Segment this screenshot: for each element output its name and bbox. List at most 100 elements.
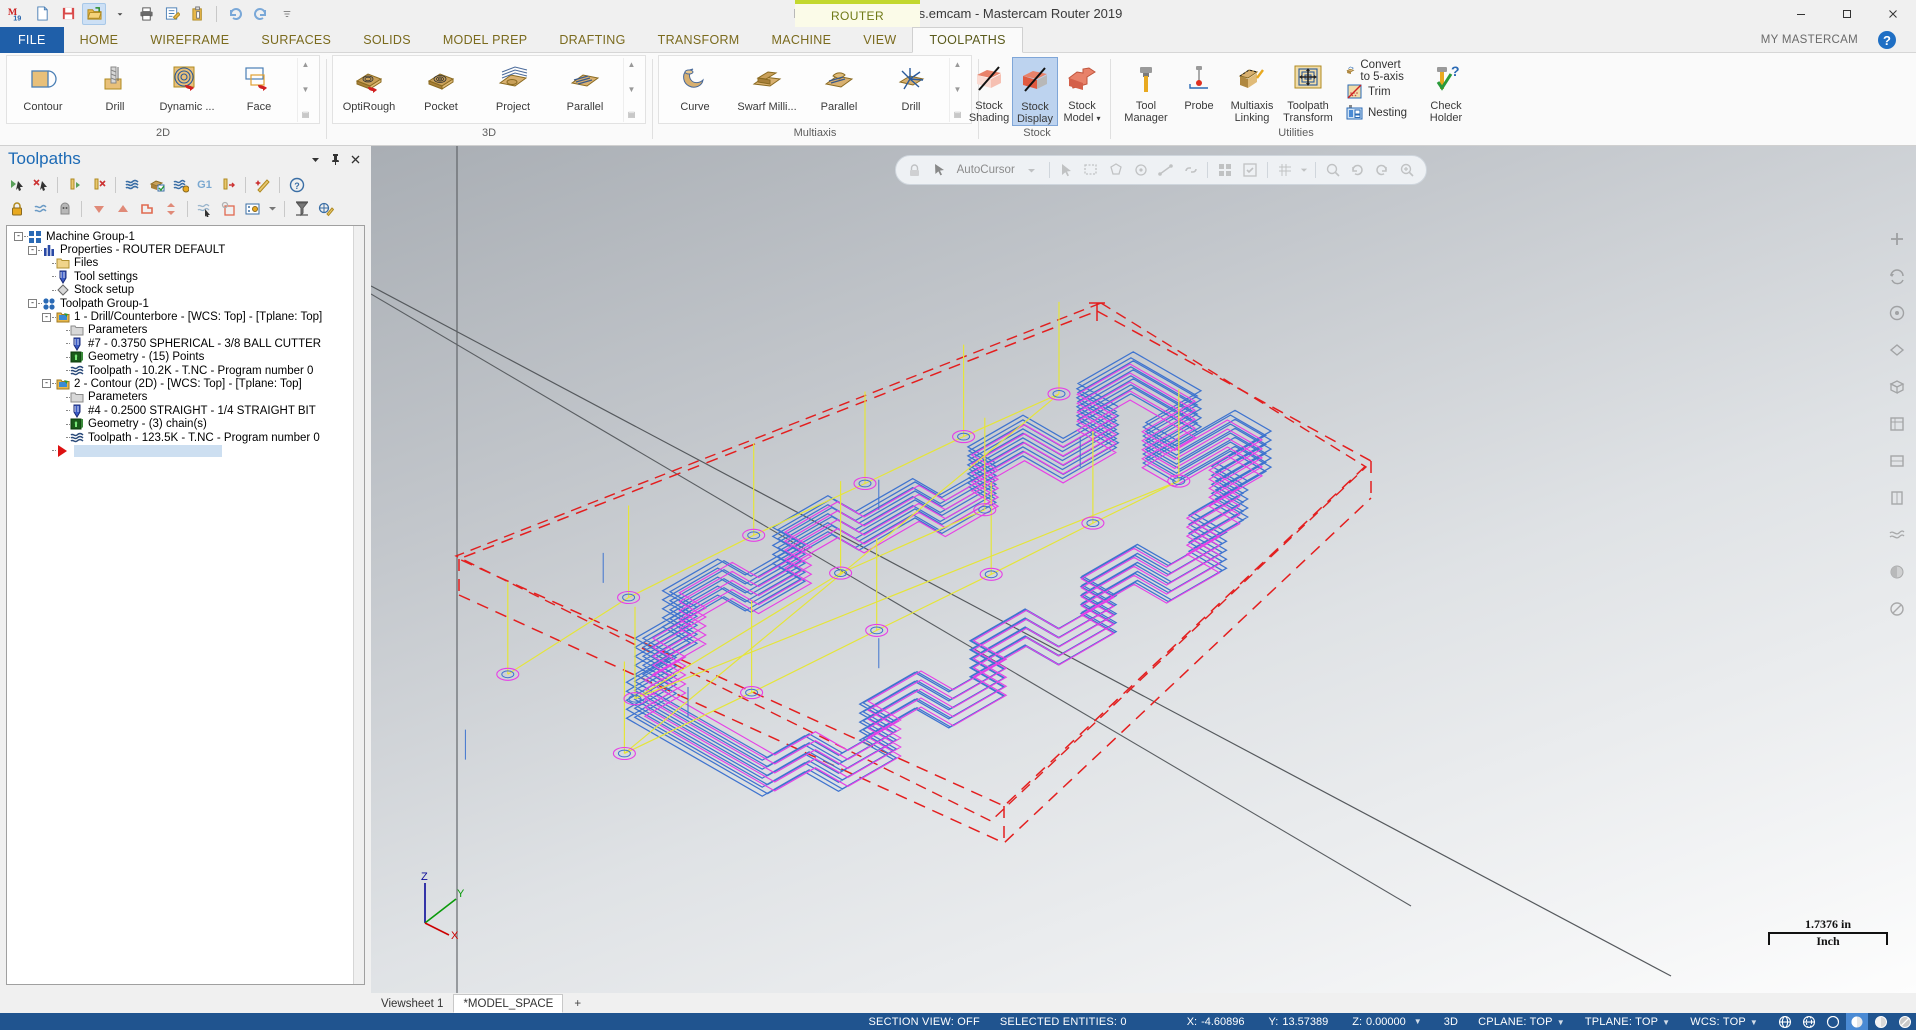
move-up-icon[interactable] [112,199,133,219]
my-mastercam-link[interactable]: MY MASTERCAM [1761,27,1858,53]
tree-node[interactable]: -Toolpath Group-1 [13,297,364,310]
dynamic-rotate-icon[interactable] [1884,263,1910,289]
tree-expander[interactable]: - [27,245,38,256]
lock-operation-icon[interactable] [6,199,27,219]
ribbon-tab-strip[interactable]: FILE HOME WIREFRAME SURFACES SOLIDS MODE… [0,27,1916,53]
tree-expander[interactable]: - [41,312,52,323]
help-circle-icon[interactable]: ? [286,175,307,195]
2d-gallery-scroll[interactable]: ▲ ▼ ▤ [297,58,313,122]
project-toolpath-button[interactable]: Project [477,58,549,113]
move-updown-icon[interactable] [160,199,181,219]
tree-node[interactable]: Toolpath - 123.5K - T.NC - Program numbe… [13,431,364,444]
optirough-toolpath-button[interactable]: OptiRough [333,58,405,113]
gallery-expand-icon[interactable]: ▤ [954,110,962,120]
wireframe-display-icon[interactable] [1774,1013,1796,1030]
regenerate-selected-icon[interactable] [64,175,85,195]
tree-expander[interactable]: - [27,298,38,309]
curve-multiaxis-button[interactable]: Curve [659,58,731,113]
viewsheet-tab-model-space[interactable]: *MODEL_SPACE [453,994,563,1013]
scroll-up-icon[interactable]: ▲ [954,60,962,70]
redo-icon[interactable] [249,3,273,25]
tab-toolpaths[interactable]: TOOLPATHS [912,27,1022,53]
view-toolbar[interactable] [1882,226,1912,622]
toolpaths-panel-toolbar[interactable]: G1 ? [0,172,371,222]
save-icon[interactable] [56,3,80,25]
right-view-icon[interactable] [1884,485,1910,511]
tab-surfaces[interactable]: SURFACES [245,27,347,53]
tab-machine[interactable]: MACHINE [756,27,848,53]
print-icon[interactable] [134,3,158,25]
toolpaths-tree[interactable]: -Machine Group-1-Properties - ROUTER DEF… [6,225,365,985]
tree-scrollbar[interactable] [353,226,364,984]
probe-button[interactable]: Probe [1174,57,1224,112]
scroll-up-icon[interactable]: ▲ [302,60,310,70]
hidden-lines-dimmed-icon[interactable] [1822,1013,1844,1030]
new-file-icon[interactable] [30,3,54,25]
panel-close-button[interactable] [345,149,365,169]
deselect-all-operations-icon[interactable] [30,175,51,195]
g1-post-icon[interactable]: G1 [194,175,215,195]
section-view-status[interactable]: SECTION VIEW: OFF [859,1016,990,1028]
scroll-down-icon[interactable]: ▼ [302,85,310,95]
simulate-icon[interactable] [170,175,191,195]
regenerate-dirty-icon[interactable] [88,175,109,195]
tab-transform[interactable]: TRANSFORM [642,27,756,53]
close-button[interactable] [1870,0,1916,27]
tree-node[interactable]: Stock setup [13,284,364,297]
translucent-icon[interactable] [1884,596,1910,622]
help-icon[interactable]: ? [1876,29,1898,51]
toggle-posting-icon[interactable] [54,199,75,219]
swarf-milling-button[interactable]: Swarf Milli... [731,58,803,113]
list-settings-dropdown-icon[interactable] [266,199,278,219]
nesting-button[interactable]: Nesting [1342,102,1412,123]
wcs-status[interactable]: WCS: TOP▼ [1680,1016,1768,1028]
filter-operations-icon[interactable] [291,199,312,219]
add-viewsheet-button[interactable]: + [563,994,592,1013]
window-controls[interactable] [1778,0,1916,27]
tab-file[interactable]: FILE [0,27,64,53]
select-all-operations-icon[interactable] [6,175,27,195]
tab-view[interactable]: VIEW [847,27,912,53]
shaded-with-edges-icon[interactable] [1870,1013,1892,1030]
high-speed-toolpath-icon[interactable] [218,175,239,195]
tab-home[interactable]: HOME [64,27,135,53]
tree-node[interactable] [13,444,364,457]
set-machine-icon[interactable] [315,199,336,219]
hidden-lines-display-icon[interactable] [1798,1013,1820,1030]
chevron-down-icon[interactable]: ▼ [1414,1017,1422,1026]
multiaxis-linking-button[interactable]: Multiaxis Linking [1224,57,1280,124]
tab-drafting[interactable]: DRAFTING [543,27,641,53]
tab-solids[interactable]: SOLIDS [347,27,427,53]
toolpaths-toolbar-row-2[interactable] [6,198,367,219]
shaded-display-icon[interactable] [1846,1013,1868,1030]
contour-toolpath-button[interactable]: Contour [7,58,79,113]
minimize-button[interactable] [1778,0,1824,27]
quick-access-toolbar[interactable]: M19 [0,0,299,27]
fit-screen-icon[interactable] [1884,337,1910,363]
check-holder-button[interactable]: ? Check Holder [1418,57,1474,124]
paste-icon[interactable] [186,3,210,25]
zoom-in-icon[interactable] [1884,226,1910,252]
viewsheet-tab-1[interactable]: Viewsheet 1 [371,994,453,1013]
tree-expander[interactable]: - [13,231,24,242]
panel-pin-button[interactable] [325,149,345,169]
stock-display-button[interactable]: Stock Display [1012,57,1058,126]
tree-node[interactable]: #4 - 0.2500 STRAIGHT - 1/4 STRAIGHT BIT [13,404,364,417]
parallel-multiaxis-button[interactable]: Parallel [803,58,875,113]
viewsheet-tab-bar[interactable]: Viewsheet 1 *MODEL_SPACE + [371,993,1916,1013]
move-right-icon[interactable] [136,199,157,219]
gallery-expand-icon[interactable]: ▤ [302,110,310,120]
shaded-view-icon[interactable] [1884,559,1910,585]
drill-toolpath-button[interactable]: Drill [79,58,151,113]
edit-icon[interactable] [160,3,184,25]
tree-node[interactable]: Files [13,257,364,270]
stock-model-button[interactable]: Stock Model ▾ [1058,57,1106,125]
customize-icon[interactable] [275,3,299,25]
tool-manager-button[interactable]: Tool Manager [1118,57,1174,124]
convert-5axis-button[interactable]: Convert to 5-axis [1342,60,1412,81]
tree-expander[interactable]: - [41,378,52,389]
parallel-3d-toolpath-button[interactable]: Parallel [549,58,621,113]
toolpath-transform-button[interactable]: Toolpath Transform [1280,57,1336,124]
tree-node[interactable]: Geometry - (15) Points [13,351,364,364]
toolpath-wizard-icon[interactable] [252,175,273,195]
